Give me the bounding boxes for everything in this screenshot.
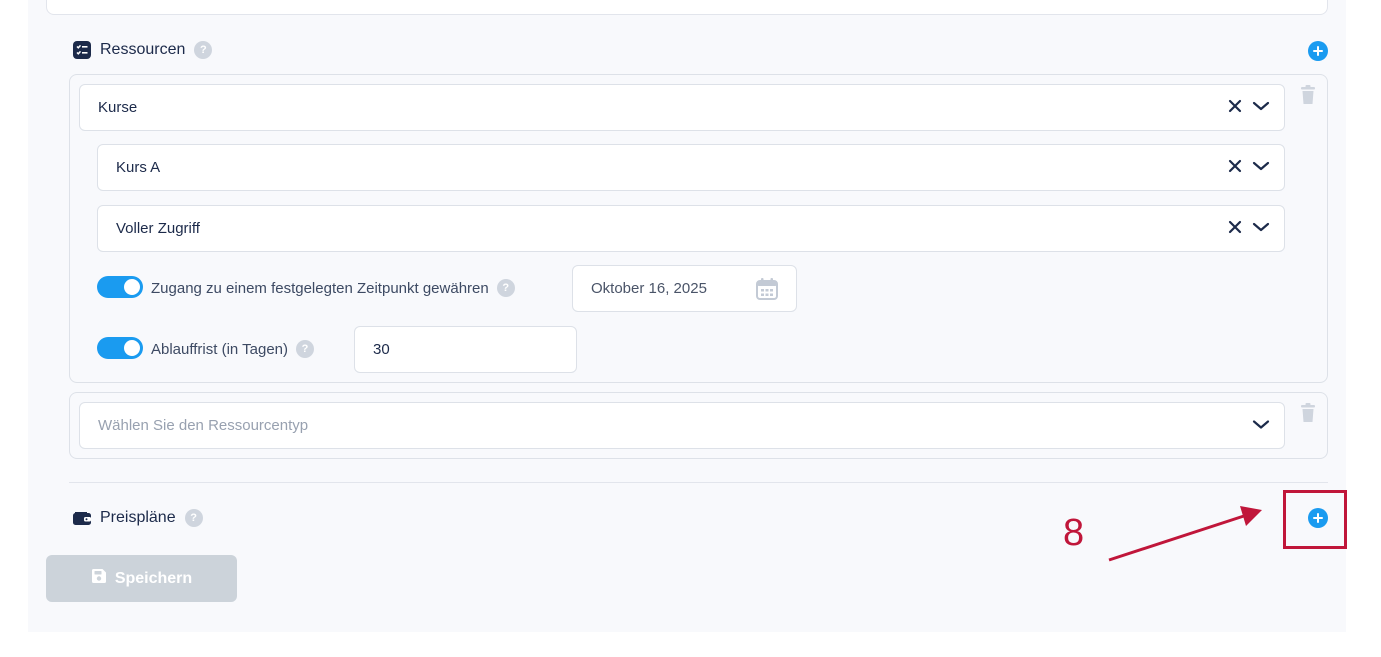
resources-title: Ressourcen [100,41,186,58]
timed-access-toggle[interactable] [97,276,143,298]
floppy-disk-icon [91,568,107,589]
trash-icon[interactable] [1300,85,1316,105]
section-divider [69,482,1328,483]
timed-access-row: Zugang zu einem festgelegten Zeitpunkt g… [151,279,515,297]
calendar-icon[interactable] [756,278,778,304]
chevron-down-icon[interactable] [1252,99,1270,116]
help-icon[interactable]: ? [184,509,203,527]
close-icon[interactable] [1228,220,1242,238]
access-level-value: Voller Zugriff [116,220,200,237]
resource-type-placeholder: Wählen Sie den Ressourcentyp [98,417,309,434]
save-label: Speichern [114,569,193,587]
annotation-highlight-box [1283,490,1347,549]
checklist-icon [73,41,91,59]
close-icon[interactable] [1228,159,1242,177]
resource-type-select[interactable]: Kurse [79,84,1285,131]
resource-type-value: Kurse [98,99,138,116]
access-date-input[interactable]: Oktober 16, 2025 [572,265,797,312]
resource-type-select-empty[interactable]: Wählen Sie den Ressourcentyp [79,402,1285,449]
expiry-toggle[interactable] [97,337,143,359]
course-value: Kurs A [116,159,161,176]
wallet-icon [73,509,91,527]
previous-section-card [46,0,1328,15]
save-button[interactable]: Speichern [46,555,237,602]
pricing-header: Preispläne ? [73,509,203,527]
expiry-days-input[interactable]: 30 [354,326,577,373]
access-date-value: Oktober 16, 2025 [591,280,707,297]
course-select[interactable]: Kurs A [97,144,1285,191]
add-resource-button[interactable] [1308,41,1328,61]
annotation-number: 8 [1063,512,1085,554]
resources-header: Ressourcen ? [73,41,213,59]
access-level-select[interactable]: Voller Zugriff [97,205,1285,252]
chevron-down-icon[interactable] [1252,159,1270,176]
pricing-title: Preispläne [100,509,176,526]
expiry-label: Ablauffrist (in Tagen) [151,340,289,358]
timed-access-label: Zugang zu einem festgelegten Zeitpunkt g… [151,279,489,297]
help-icon[interactable]: ? [194,41,213,59]
chevron-down-icon[interactable] [1252,417,1270,434]
expiry-row: Ablauffrist (in Tagen) ? [151,340,315,358]
close-icon[interactable] [1228,99,1242,117]
help-icon[interactable]: ? [496,279,515,297]
chevron-down-icon[interactable] [1252,220,1270,237]
annotation-arrow [1108,506,1262,562]
help-icon[interactable]: ? [296,340,315,358]
expiry-days-value: 30 [373,341,390,358]
trash-icon[interactable] [1300,403,1316,423]
